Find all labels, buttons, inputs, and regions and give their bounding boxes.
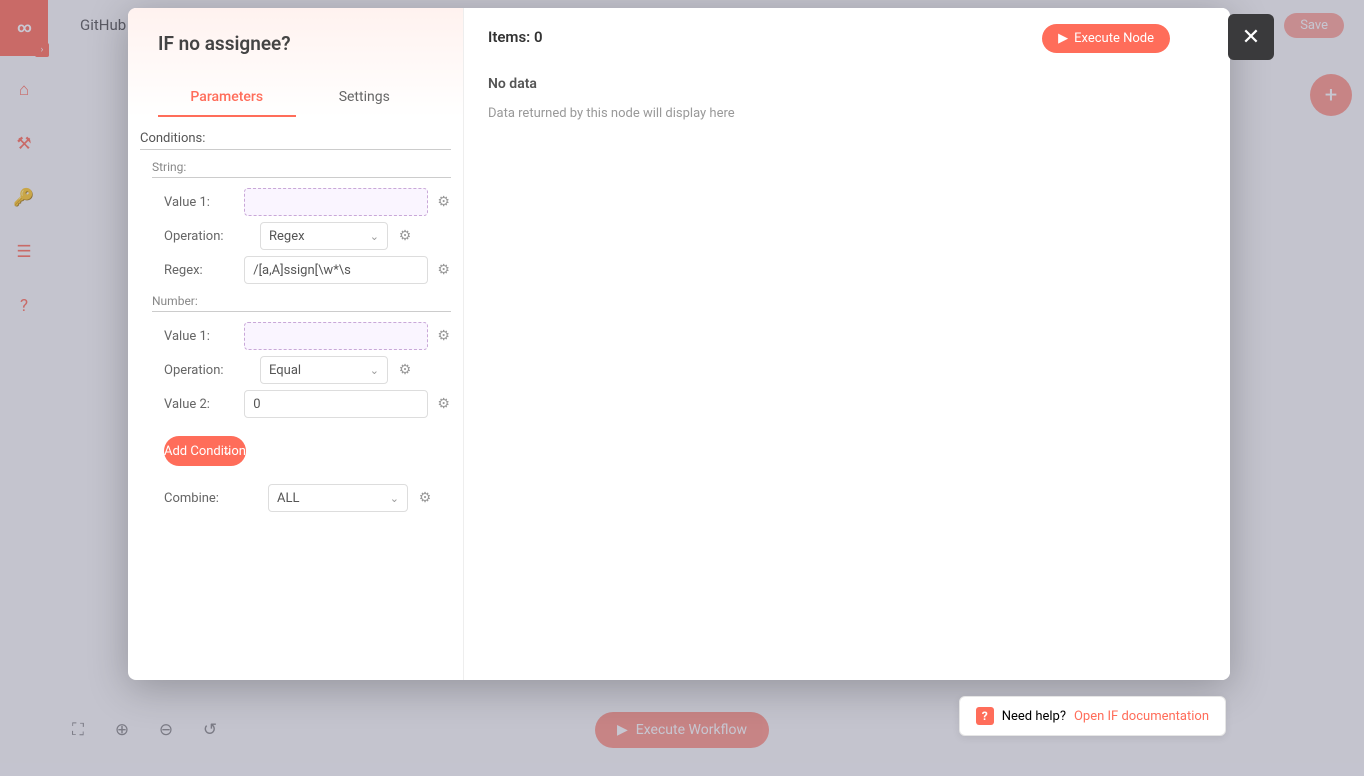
add-condition-label: Add Condition [164,444,246,459]
number-value2-input[interactable] [244,390,428,418]
string-operation-row: Operation: Regex ⌄ ⚙ [164,222,451,250]
conditions-label: Conditions: [140,131,451,150]
no-data-subtext: Data returned by this node will display … [488,106,1206,121]
string-operation-label: Operation: [164,229,252,244]
number-operation-value: Equal [269,363,301,378]
number-value1-label: Value 1: [164,329,236,344]
combine-row: Combine: ALL ⌄ ⚙ [164,484,439,512]
string-value1-row: Value 1: ⚙ [164,188,451,216]
string-value1-label: Value 1: [164,195,236,210]
string-regex-row: Regex: ⚙ [164,256,451,284]
gear-icon[interactable]: ⚙ [396,361,414,379]
number-value2-label: Value 2: [164,397,236,412]
number-value1-row: Value 1: ⚙ [164,322,451,350]
chevron-down-icon: ⌄ [390,492,399,505]
modal-right-panel: Items: 0 No data Data returned by this n… [464,8,1230,680]
chevron-down-icon: ⌄ [222,444,232,458]
tab-parameters[interactable]: Parameters [158,79,296,117]
close-icon: ✕ [1242,25,1260,50]
chevron-down-icon: ⌄ [370,230,379,243]
node-title: IF no assignee? [158,32,433,55]
docs-link[interactable]: Open IF documentation [1074,709,1209,724]
number-operation-select[interactable]: Equal ⌄ [260,356,388,384]
number-group-label: Number: [152,294,451,312]
no-data-heading: No data [488,76,1206,92]
string-group-label: String: [152,160,451,178]
help-text: Need help? [1002,709,1066,724]
execute-node-button[interactable]: ▶ Execute Node [1042,24,1170,53]
modal-header: IF no assignee? Parameters Settings [128,8,463,117]
number-value2-row: Value 2: ⚙ [164,390,451,418]
execute-node-label: Execute Node [1074,31,1154,46]
string-operation-value: Regex [269,229,305,244]
number-operation-label: Operation: [164,363,252,378]
string-regex-label: Regex: [164,263,236,278]
node-editor-modal: IF no assignee? Parameters Settings Cond… [128,8,1230,680]
help-bubble: ? Need help? Open IF documentation [959,696,1226,736]
combine-value: ALL [277,491,299,506]
combine-select[interactable]: ALL ⌄ [268,484,408,512]
gear-icon[interactable]: ⚙ [396,227,414,245]
gear-icon[interactable]: ⚙ [416,489,434,507]
play-icon: ▶ [1058,31,1068,46]
parameters-body: Conditions: String: Value 1: ⚙ Operation… [128,117,463,680]
string-value1-input[interactable] [244,188,428,216]
number-operation-row: Operation: Equal ⌄ ⚙ [164,356,451,384]
close-button[interactable]: ✕ [1228,14,1274,60]
gear-icon[interactable]: ⚙ [436,395,451,413]
help-icon: ? [976,707,994,725]
chevron-down-icon: ⌄ [370,364,379,377]
add-condition-button[interactable]: Add Condition ⌄ [164,436,246,466]
tab-settings[interactable]: Settings [296,79,434,117]
modal-tabs: Parameters Settings [158,79,433,117]
gear-icon[interactable]: ⚙ [436,261,451,279]
gear-icon[interactable]: ⚙ [436,193,451,211]
modal-left-panel: IF no assignee? Parameters Settings Cond… [128,8,464,680]
string-regex-input[interactable] [244,256,428,284]
combine-label: Combine: [164,491,260,506]
string-operation-select[interactable]: Regex ⌄ [260,222,388,250]
number-value1-input[interactable] [244,322,428,350]
gear-icon[interactable]: ⚙ [436,327,451,345]
